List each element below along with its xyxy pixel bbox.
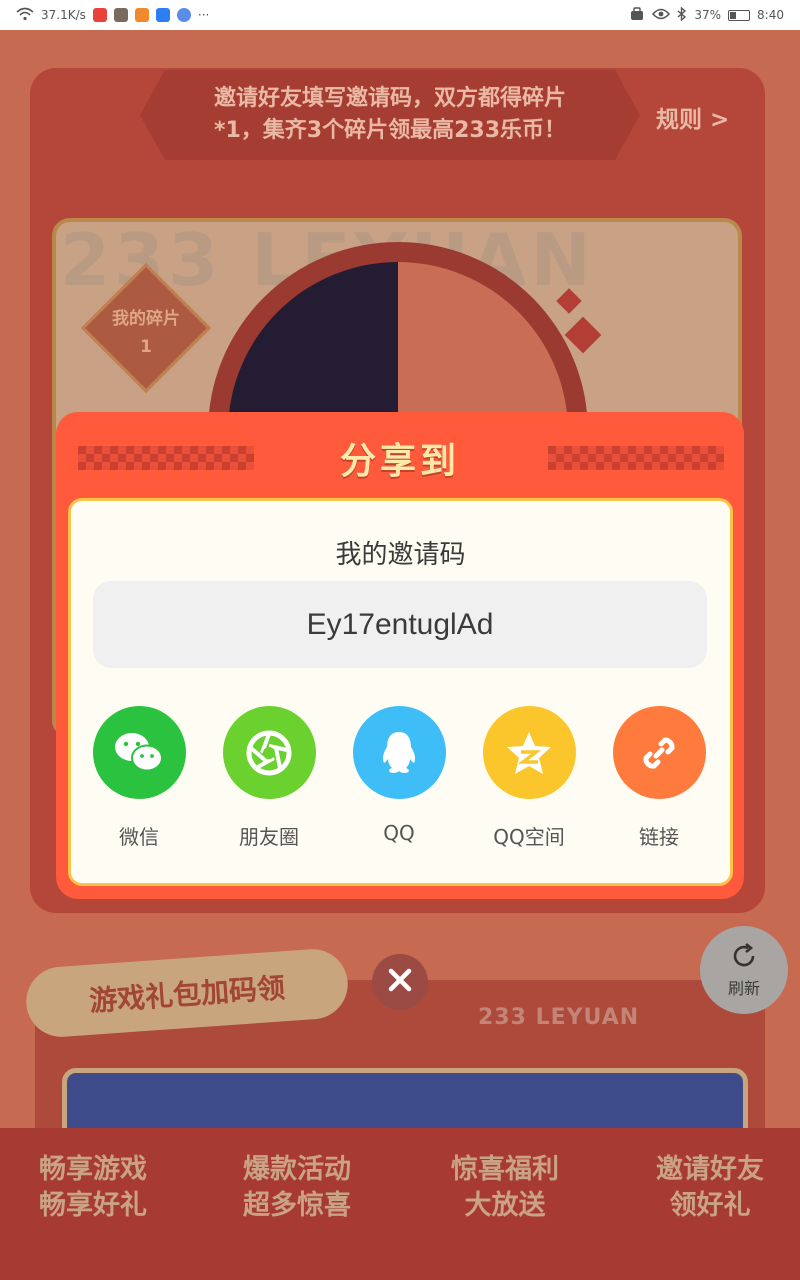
dialog-title: 分享到 xyxy=(339,441,460,482)
rules-link[interactable]: 规则 > xyxy=(656,100,729,134)
wifi-icon xyxy=(16,7,34,24)
promo-line: 畅享游戏 xyxy=(39,1154,147,1185)
refresh-button[interactable]: 刷新 xyxy=(700,926,788,1014)
share-moments-button[interactable]: 朋友圈 xyxy=(204,706,334,850)
invite-code-label: 我的邀请码 xyxy=(335,540,466,570)
promo-line: 爆款活动 xyxy=(243,1154,351,1185)
bluetooth-icon xyxy=(677,5,687,24)
share-moments-label: 朋友圈 xyxy=(239,825,299,849)
promo-line: 惊喜福利 xyxy=(451,1154,559,1185)
wechat-icon xyxy=(92,706,186,799)
share-qq-button[interactable]: QQ xyxy=(334,706,464,845)
share-link-button[interactable]: 链接 xyxy=(594,706,724,850)
app-notification-icon xyxy=(134,8,149,22)
battery-icon xyxy=(728,9,751,21)
clock: 8:40 xyxy=(757,8,784,22)
share-qzone-label: QQ空间 xyxy=(493,825,565,849)
fragment-label: 我的碎片 1 xyxy=(92,305,200,361)
promo-line: 畅享好礼 xyxy=(39,1190,147,1221)
link-icon xyxy=(612,706,706,799)
promo-item: 爆款活动 超多惊喜 xyxy=(212,1152,382,1224)
refresh-label: 刷新 xyxy=(727,979,760,998)
share-wechat-label: 微信 xyxy=(119,825,159,849)
promo-item: 邀请好友 领好礼 xyxy=(625,1152,795,1224)
battery-percent: 37% xyxy=(694,8,722,22)
invite-banner: 邀请好友填写邀请码，双方都得碎片 *1，集齐3个碎片领最高233乐币！ xyxy=(140,70,640,160)
more-notifications-icon: ··· xyxy=(197,8,210,22)
share-wechat-button[interactable]: 微信 xyxy=(74,706,204,850)
gift-section-title-text: 游戏礼包加码领 xyxy=(88,971,287,1018)
promo-line: 领好礼 xyxy=(669,1190,751,1221)
invite-code-field[interactable]: Ey17entuglAd xyxy=(93,581,707,668)
promo-line: 超多惊喜 xyxy=(243,1190,351,1221)
leyuan-text: 233 LEYUAN xyxy=(478,1005,640,1030)
dialog-decoration-right xyxy=(548,446,724,470)
alarm-icon xyxy=(629,6,645,24)
share-qq-label: QQ xyxy=(383,821,415,845)
network-speed: 37.1K/s xyxy=(41,8,86,22)
promo-line: 邀请好友 xyxy=(656,1154,764,1185)
promo-item: 惊喜福利 大放送 xyxy=(420,1152,590,1224)
moments-icon xyxy=(222,706,316,799)
dialog-decoration-left xyxy=(78,446,254,470)
promo-line: 大放送 xyxy=(464,1190,546,1221)
share-qzone-button[interactable]: QQ空间 xyxy=(464,706,594,850)
app-notification-icon xyxy=(155,8,170,22)
share-link-label: 链接 xyxy=(639,825,679,849)
fragment-label-text: 我的碎片 xyxy=(112,309,180,329)
status-bar: 37.1K/s ··· 37% 8:40 xyxy=(0,0,800,30)
close-dialog-button[interactable] xyxy=(372,954,428,1010)
banner-line-2: *1，集齐3个碎片领最高233乐币！ xyxy=(213,118,567,143)
app-notification-icon xyxy=(176,8,191,22)
close-icon xyxy=(387,967,413,997)
qzone-icon xyxy=(482,706,576,799)
eye-icon xyxy=(652,8,671,23)
banner-line-1: 邀请好友填写邀请码，双方都得碎片 xyxy=(213,86,566,111)
promo-item: 畅享游戏 畅享好礼 xyxy=(8,1152,178,1224)
app-notification-icon xyxy=(92,8,107,22)
fragment-count: 1 xyxy=(140,337,152,357)
qq-icon xyxy=(352,706,446,799)
refresh-icon xyxy=(729,941,759,975)
app-notification-icon xyxy=(113,8,128,22)
